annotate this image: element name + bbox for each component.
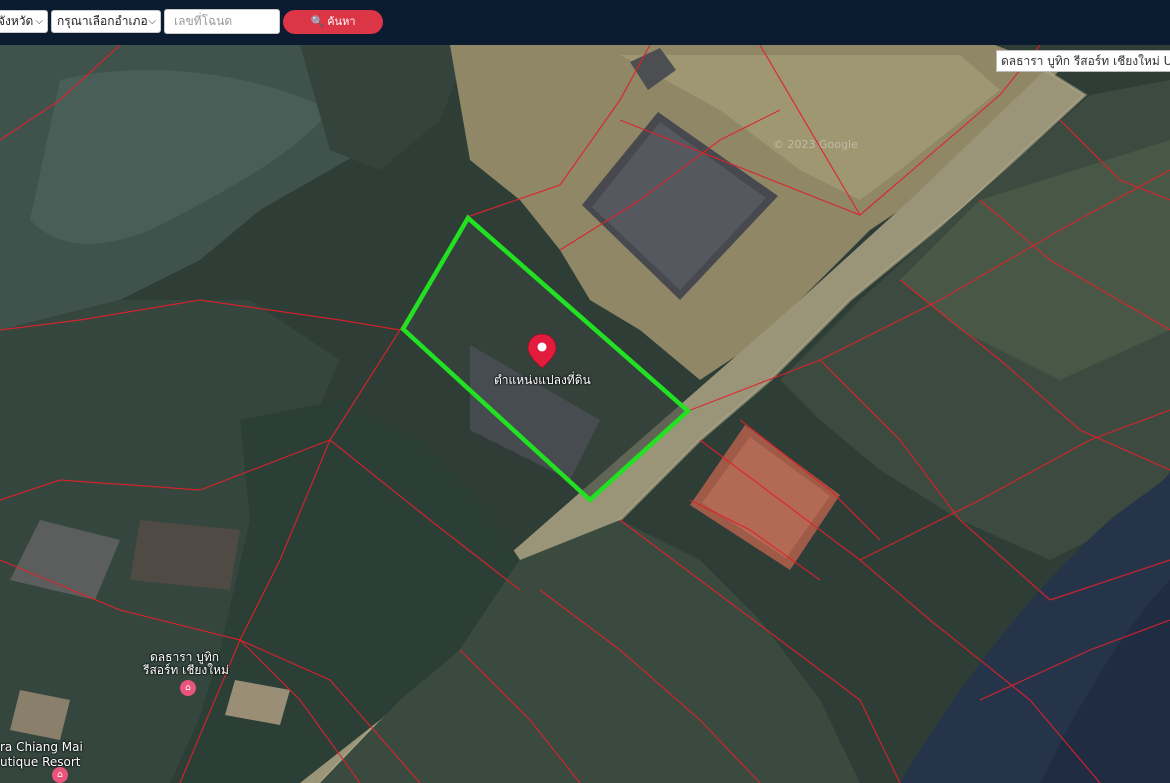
hotel-icon[interactable]: ⌂ (52, 767, 68, 783)
parcel-location-label: ตำแหน่งแปลงที่ดิน (494, 373, 591, 387)
province-select-label: จังหวัด (0, 14, 34, 28)
search-icon: 🔍 (310, 15, 325, 28)
province-select[interactable]: จังหวัด ⌵ (0, 10, 48, 33)
district-select[interactable]: กรุณาเลือกอำเภอ ⌵ (51, 10, 161, 33)
place-name-box: ดลธารา บูทิก รีสอร์ท เชียงใหม่ Ur (996, 50, 1170, 72)
district-select-label: กรุณาเลือกอำเภอ (57, 14, 148, 28)
chevron-down-icon: ⌵ (35, 16, 43, 27)
hotel-icon[interactable]: ⌂ (180, 680, 196, 696)
poi-label-1-line2: รีสอร์ท เชียงใหม่ (143, 663, 229, 677)
search-button-label: ค้นหา (327, 15, 356, 28)
poi-label-2-line2: utique Resort (0, 755, 81, 769)
chevron-down-icon: ⌵ (148, 16, 156, 27)
map-watermark: © 2023 Google (773, 138, 858, 151)
poi-label-2-line1: ra Chiang Mai (0, 740, 83, 754)
search-toolbar: จังหวัด ⌵ กรุณาเลือกอำเภอ ⌵ เลขที่โฉนด 🔍… (0, 0, 1170, 45)
search-button[interactable]: 🔍 ค้นหา (283, 10, 383, 34)
deed-number-placeholder: เลขที่โฉนด (174, 14, 233, 28)
deed-number-input[interactable]: เลขที่โฉนด (164, 9, 280, 34)
